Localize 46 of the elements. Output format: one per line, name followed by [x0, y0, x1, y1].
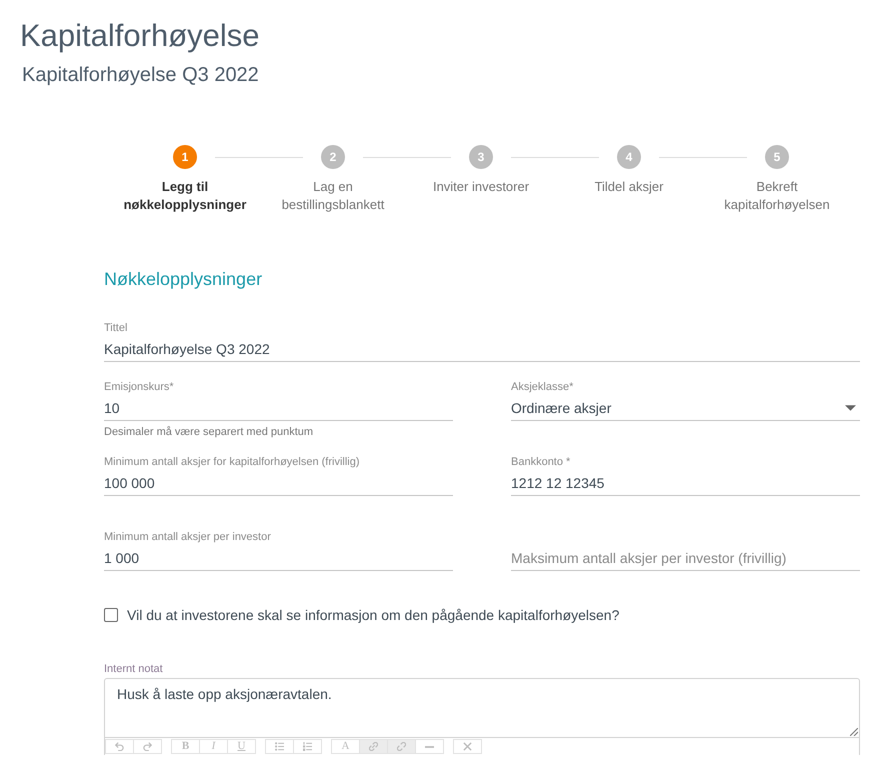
redo-icon — [143, 742, 152, 751]
bullet-list-button[interactable] — [265, 739, 294, 754]
step-marker: 5 — [765, 145, 789, 169]
input-field[interactable]: 1212 12 12345 — [511, 471, 860, 496]
caret-icon — [845, 405, 856, 411]
step-label: Bekreft kapitalforhøyelsen — [723, 178, 831, 214]
step-marker: 1 — [173, 145, 197, 169]
input-field[interactable]: 1 000 — [104, 546, 453, 571]
input-field[interactable]: 10 — [104, 396, 453, 421]
section-heading: Nøkkelopplysninger — [104, 268, 262, 290]
page-title: Kapitalforhøyelse — [20, 18, 260, 54]
input-field[interactable]: 100 000 — [104, 471, 453, 496]
numbered-list-icon — [303, 742, 312, 751]
numbered-list-button[interactable] — [293, 739, 322, 754]
step-label: Tildel aksjer — [594, 178, 664, 196]
bullet-list-icon — [275, 742, 284, 751]
field-label: Internt notat — [104, 662, 163, 676]
redo-button[interactable] — [133, 739, 162, 754]
step-label: Inviter investorer — [432, 178, 530, 196]
field-label: Bankkonto * — [511, 455, 570, 469]
horizontal-line-button[interactable] — [415, 739, 444, 754]
step-marker: 3 — [469, 145, 493, 169]
undo-icon — [115, 742, 124, 751]
resize-handle-icon — [850, 728, 858, 736]
helper-text: Desimaler må være separert med punktum — [104, 425, 314, 439]
input-field[interactable]: Kapitalforhøyelse Q3 2022 — [104, 337, 860, 362]
field-label: Tittel — [104, 321, 128, 335]
checkbox-label: Vil du at investorene skal se informasjon om den pågående kapitalforhøyelsen? — [127, 606, 620, 625]
field-label: Emisjonskurs* — [104, 380, 174, 394]
note-textarea[interactable]: Husk å laste opp aksjonæravtalen. — [104, 678, 860, 738]
cross-icon — [463, 742, 472, 751]
field-label: Minimum antall aksjer per investor — [104, 530, 271, 544]
clear-format-button[interactable] — [453, 739, 482, 754]
input-field[interactable]: Maksimum antall aksjer per investor (frivillig) — [511, 546, 860, 571]
undo-button[interactable] — [105, 739, 134, 754]
checkbox[interactable] — [104, 608, 118, 622]
step-marker: 2 — [321, 145, 345, 169]
dropdown-field[interactable]: Ordinære aksjer — [511, 396, 860, 421]
field-label: Minimum antall aksjer for kapitalforhøyelsen (frivillig) — [104, 455, 360, 469]
step-marker: 4 — [617, 145, 641, 169]
step-label: Lag en bestillingsblankett — [280, 178, 386, 214]
step-label: Legg til nøkkelopplysninger — [122, 178, 248, 214]
field-label: Aksjeklasse* — [511, 380, 574, 394]
broken-link-icon — [397, 742, 406, 751]
chain-link-icon — [369, 742, 378, 751]
page-subtitle: Kapitalforhøyelse Q3 2022 — [22, 63, 259, 87]
